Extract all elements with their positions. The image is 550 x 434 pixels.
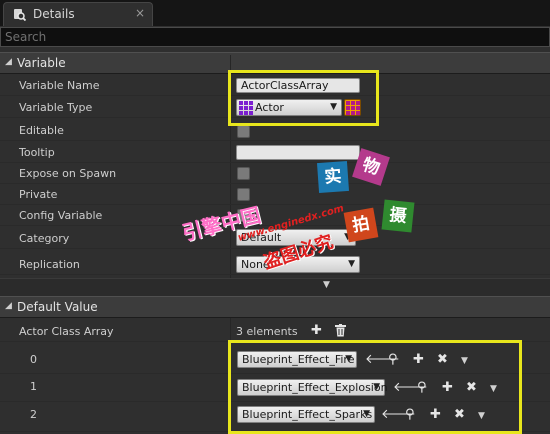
element-count: 3 elements (236, 325, 298, 338)
variable-type-dropdown[interactable]: Actor ▼ (236, 99, 342, 116)
browse-magnifier-icon[interactable]: ⚲ (405, 408, 415, 421)
row-label: Tooltip (19, 146, 55, 159)
element-class-dropdown[interactable]: Blueprint_Effect_Fire ▼ (237, 351, 357, 368)
array-grid-icon (346, 101, 360, 115)
element-index: 0 (30, 353, 37, 366)
delete-x-icon[interactable]: ✖ (466, 381, 477, 394)
search-input[interactable] (5, 29, 545, 45)
row-label: Replication (19, 258, 80, 271)
row-label: Expose on Spawn (19, 167, 117, 180)
chevron-down-icon: ▼ (345, 354, 352, 364)
expand-down-icon: ▼ (323, 280, 330, 290)
chevron-down-icon: ▼ (348, 259, 355, 269)
advanced-expander[interactable]: ▼ (0, 278, 550, 296)
element-options-chevron-icon[interactable]: ▼ (461, 356, 468, 366)
container-type-button[interactable] (344, 99, 361, 116)
tab-bar: Details × (0, 0, 550, 26)
variable-type-value: Actor (255, 101, 284, 114)
config-variable-checkbox[interactable] (237, 209, 250, 222)
insert-icon[interactable]: ✚ (442, 381, 453, 394)
element-class-value: Blueprint_Effect_Explosion (242, 381, 388, 394)
category-value: Default (241, 231, 282, 244)
search-bar (0, 27, 550, 47)
section-title: Variable (17, 56, 66, 70)
details-panel: Details × ◢ Variable Variable Name Actor… (0, 0, 550, 434)
close-tab-icon[interactable]: × (135, 6, 145, 20)
browse-magnifier-icon[interactable]: ⚲ (417, 381, 427, 394)
replication-value: None (241, 258, 270, 271)
row-label: Actor Class Array (19, 325, 114, 338)
add-element-icon[interactable]: ✚ (311, 324, 322, 337)
trash-icon[interactable] (335, 324, 346, 337)
insert-icon[interactable]: ✚ (413, 353, 424, 366)
insert-icon[interactable]: ✚ (430, 408, 441, 421)
delete-x-icon[interactable]: ✖ (437, 353, 448, 366)
element-options-chevron-icon[interactable]: ▼ (478, 411, 485, 421)
element-options-chevron-icon[interactable]: ▼ (490, 384, 497, 394)
chevron-down-icon: ▼ (330, 102, 337, 112)
chevron-down-icon: ▼ (373, 382, 380, 392)
private-checkbox[interactable] (237, 188, 250, 201)
delete-x-icon[interactable]: ✖ (454, 408, 465, 421)
row-label: Variable Type (19, 101, 93, 114)
row-expose-on-spawn: Expose on Spawn (0, 163, 550, 184)
row-label: Private (19, 188, 58, 201)
browse-magnifier-icon[interactable]: ⚲ (388, 353, 398, 366)
section-header-default-value[interactable]: ◢ Default Value (0, 296, 550, 318)
editable-checkbox[interactable] (237, 125, 250, 138)
row-label: Variable Name (19, 79, 100, 92)
tab-label: Details (33, 7, 75, 21)
row-label: Config Variable (19, 209, 103, 222)
replication-dropdown[interactable]: None ▼ (236, 256, 360, 273)
watermark-box-shi: 实 (316, 160, 350, 194)
tab-details[interactable]: Details × (3, 2, 153, 26)
expose-on-spawn-checkbox[interactable] (237, 167, 250, 180)
variable-name-input[interactable]: ActorClassArray (236, 78, 360, 93)
row-label: Category (19, 232, 70, 245)
element-class-dropdown[interactable]: Blueprint_Effect_Sparks ▼ (237, 406, 375, 423)
section-title: Default Value (17, 300, 98, 314)
row-label: Editable (19, 124, 64, 137)
tooltip-input[interactable] (236, 145, 360, 160)
section-header-variable[interactable]: ◢ Variable (0, 52, 550, 74)
category-dropdown[interactable]: Default ▼ (236, 229, 356, 246)
collapse-arrow-icon[interactable]: ◢ (5, 301, 12, 311)
actor-type-icon (239, 101, 253, 115)
element-class-dropdown[interactable]: Blueprint_Effect_Explosion ▼ (237, 379, 388, 396)
collapse-arrow-icon[interactable]: ◢ (5, 57, 12, 67)
element-class-value: Blueprint_Effect_Sparks (242, 408, 373, 421)
element-index: 2 (30, 408, 37, 421)
watermark-box-she: 摄 (381, 199, 415, 233)
watermark-box-pai: 拍 (343, 207, 379, 243)
chevron-down-icon: ▼ (363, 409, 370, 419)
magnifier-document-icon (14, 9, 26, 21)
row-editable: Editable (0, 120, 550, 141)
row-config-variable: Config Variable (0, 205, 550, 226)
row-private: Private (0, 184, 550, 205)
element-index: 1 (30, 380, 37, 393)
element-class-value: Blueprint_Effect_Fire (242, 353, 355, 366)
